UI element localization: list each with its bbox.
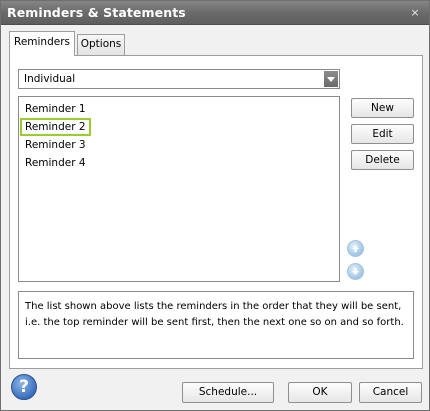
ok-button[interactable]: OK [288,382,352,403]
delete-button[interactable]: Delete [351,150,414,170]
schedule-button[interactable]: Schedule... [182,382,274,403]
list-item[interactable]: Reminder 1 [24,101,87,117]
reminder-type-value: Individual [24,73,76,85]
list-item[interactable]: Reminder 3 [24,137,87,153]
title-bar: Reminders & Statements × [1,1,429,25]
reminder-type-select[interactable]: Individual [18,69,340,89]
new-button[interactable]: New [351,98,414,118]
list-item[interactable]: Reminder 4 [24,155,87,171]
reminders-statements-dialog: Reminders & Statements × Reminders Optio… [0,0,430,411]
window-title: Reminders & Statements [7,5,186,20]
arrow-down-icon[interactable] [347,263,364,280]
chevron-down-icon[interactable] [324,71,338,87]
tab-reminders[interactable]: Reminders [9,31,75,56]
list-item-selected[interactable]: Reminder 2 [20,118,91,136]
cancel-button[interactable]: Cancel [359,382,422,403]
description-text: The list shown above lists the reminders… [18,291,414,359]
edit-button[interactable]: Edit [351,124,414,144]
tab-options[interactable]: Options [77,34,125,55]
close-icon[interactable]: × [408,6,422,20]
reminder-list[interactable]: Reminder 1 Reminder 2 Reminder 3 Reminde… [18,96,340,282]
arrow-up-icon[interactable] [347,240,364,257]
tab-options-label: Options [80,38,122,50]
tab-reminders-label: Reminders [14,36,70,48]
help-icon[interactable]: ? [11,374,37,400]
